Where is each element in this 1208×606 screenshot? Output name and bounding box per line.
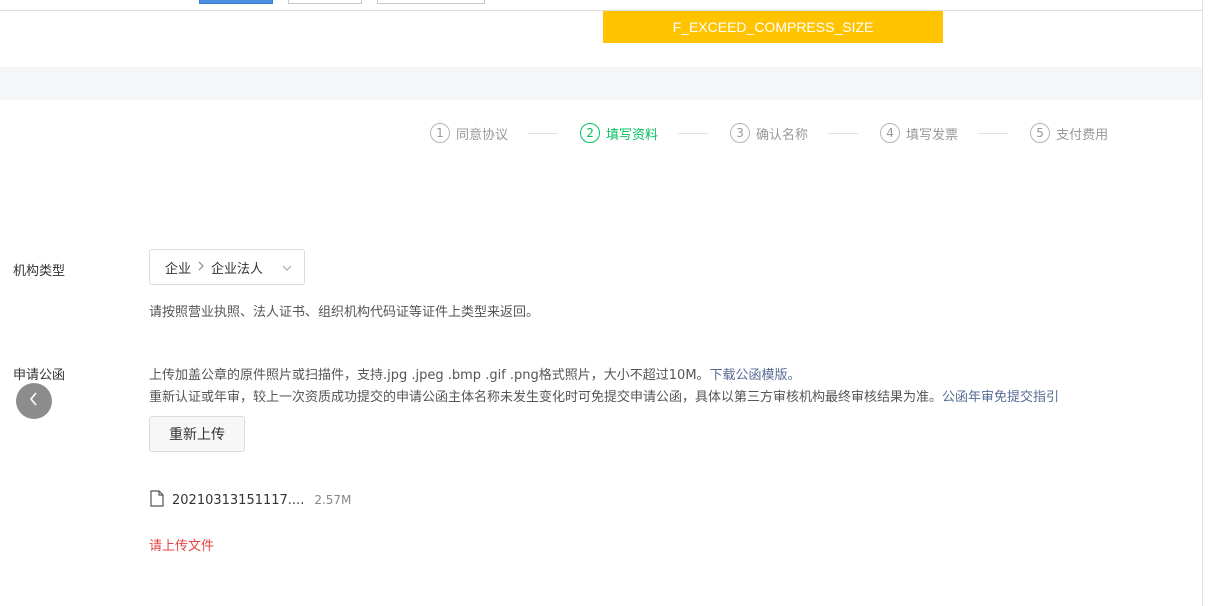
step-payment: 5 支付费用 [1030,123,1108,143]
page: F_EXCEED_COMPRESS_SIZE 1 同意协议 2 填写资料 3 确… [0,0,1208,606]
letter-label: 申请公函 [13,368,66,383]
file-icon [150,489,164,511]
chevron-left-icon [28,391,40,411]
chevron-right-icon [197,260,205,274]
org-type-hint: 请按照营业执照、法人证书、组织机构代码证等证件上类型来返回。 [149,305,540,320]
download-template-link[interactable]: 下载公函模版。 [710,368,801,383]
letter-hint-line2: 重新认证或年审，较上一次资质成功提交的申请公函主体名称未发生变化时可免提交申请公… [149,386,1059,405]
step-invoice: 4 填写发票 [880,123,958,143]
top-toolbar-button-1[interactable] [199,0,273,4]
back-button[interactable] [16,383,52,419]
upload-error-message: 请上传文件 [149,539,215,554]
step-number: 2 [580,123,601,143]
step-connector [678,132,709,134]
top-divider [0,10,1202,11]
letter-hint-text: 上传加盖公章的原件照片或扫描件，支持.jpg .jpeg .bmp .gif .… [149,368,710,383]
step-label: 填写资料 [606,127,659,143]
step-progress: 1 同意协议 2 填写资料 3 确认名称 4 填写发票 5 支付费用 [430,123,1108,143]
error-toast: F_EXCEED_COMPRESS_SIZE [603,11,943,43]
step-number: 1 [430,123,450,143]
step-connector [978,132,1009,134]
org-type-label: 机构类型 [13,264,66,279]
step-label: 填写发票 [906,127,959,143]
chevron-down-icon [282,262,292,272]
scrollbar-track[interactable] [1202,0,1203,606]
org-type-select[interactable]: 企业 企业法人 [149,249,305,285]
step-connector [828,132,859,134]
org-type-level2: 企业法人 [211,261,264,277]
step-number: 5 [1030,123,1051,143]
top-toolbar-button-2[interactable] [288,0,362,4]
exemption-guide-link[interactable]: 公函年审免提交指引 [942,390,1059,405]
step-agree: 1 同意协议 [430,123,508,143]
file-size: 2.57M [314,493,352,507]
section-divider-band [0,67,1202,100]
step-confirm-name: 3 确认名称 [730,123,808,143]
step-number: 3 [730,123,751,143]
step-label: 确认名称 [756,127,809,143]
uploaded-file[interactable]: 20210313151117.... 2.57M [150,489,352,511]
file-name: 20210313151117.... [172,492,305,508]
letter-hint-text-2: 重新认证或年审，较上一次资质成功提交的申请公函主体名称未发生变化时可免提交申请公… [149,390,943,405]
reupload-button[interactable]: 重新上传 [149,416,245,452]
letter-hint-line1: 上传加盖公章的原件照片或扫描件，支持.jpg .jpeg .bmp .gif .… [149,364,801,383]
step-label: 同意协议 [456,127,509,143]
step-connector [528,132,559,134]
step-fill-info: 2 填写资料 [580,123,658,143]
step-number: 4 [880,123,901,143]
top-toolbar-button-3[interactable] [377,0,485,4]
org-type-level1: 企业 [165,261,192,277]
step-label: 支付费用 [1056,127,1109,143]
